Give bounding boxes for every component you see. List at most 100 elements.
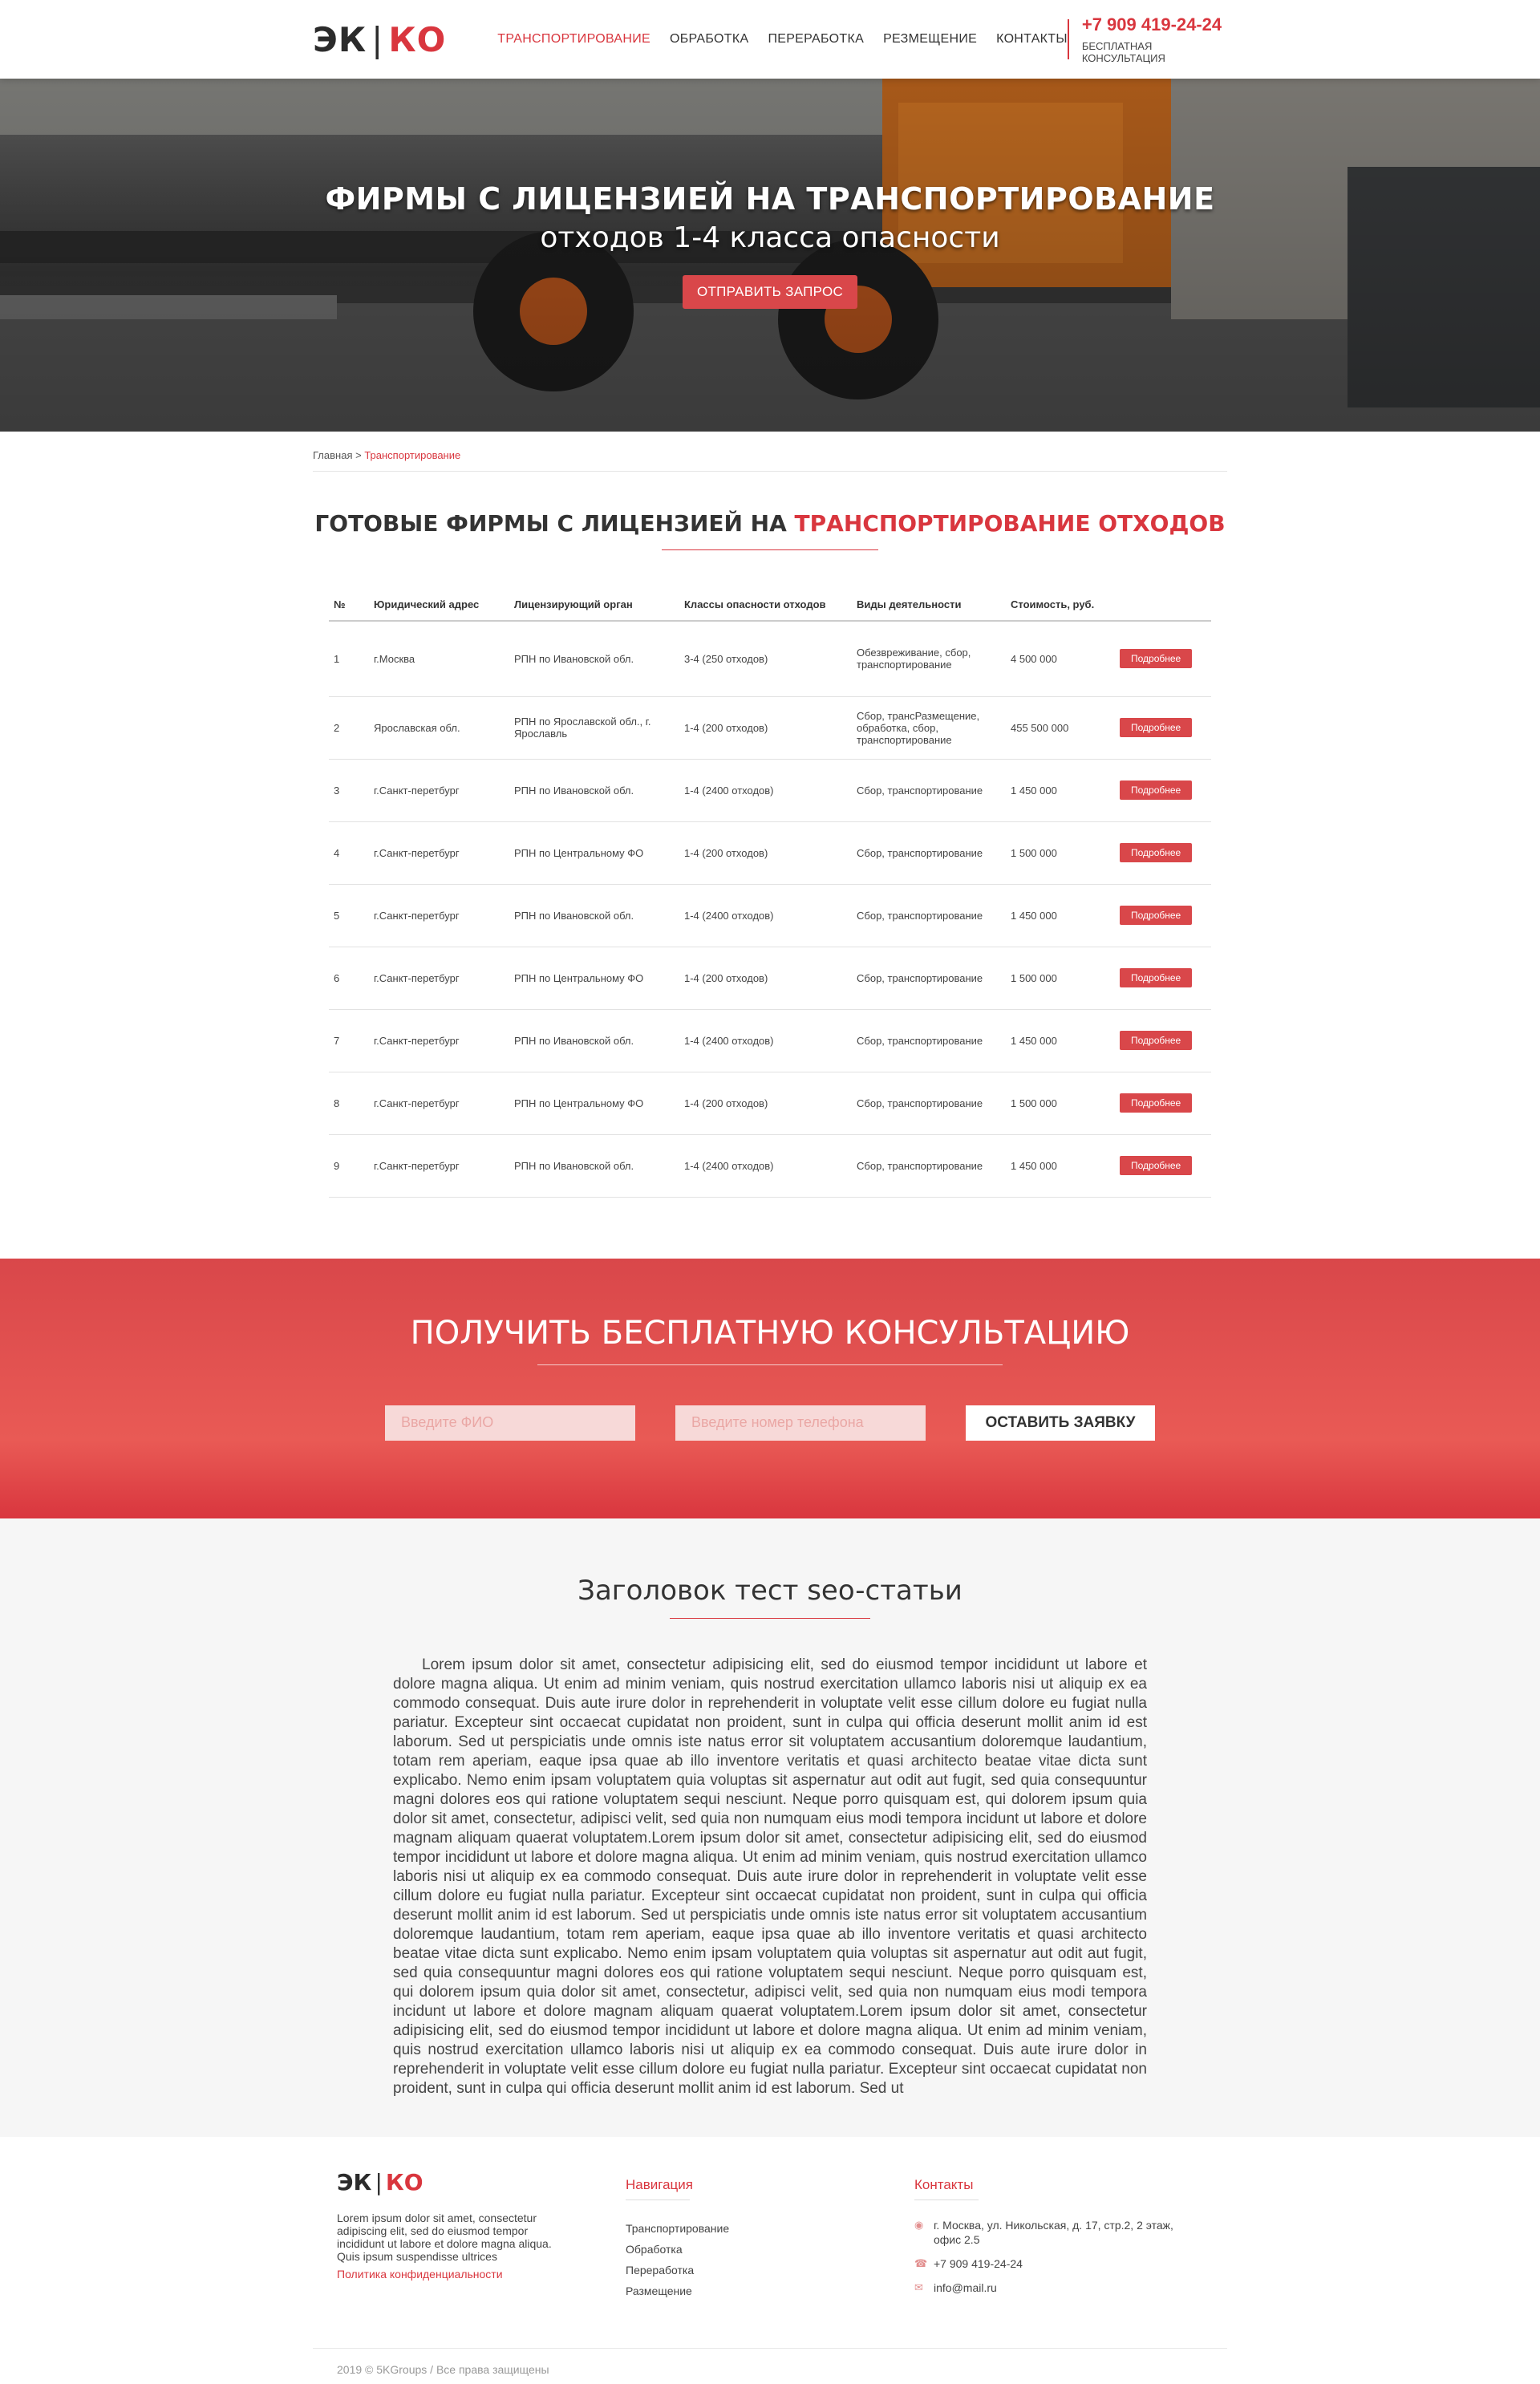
footer-logo-right: КО xyxy=(385,2168,424,2195)
footer-about-text: Lorem ipsum dolor sit amet, consectetur … xyxy=(337,2211,552,2263)
table-row: 5 г.Санкт-перетбург РПН по Ивановской обл.… xyxy=(329,884,1211,947)
col-activities: Виды деятельности xyxy=(852,589,1006,622)
breadcrumb-home[interactable]: Главная xyxy=(313,449,352,461)
section-title-plain: Готовые фирмы с лицензией на xyxy=(314,510,787,537)
cell-activities: Сбор, транспортирование xyxy=(852,1072,1006,1135)
details-button[interactable]: Подробнее xyxy=(1120,1031,1193,1050)
cell-number: 3 xyxy=(329,759,369,822)
footer-address-text: г. Москва, ул. Никольская, д. 17, стр.2,… xyxy=(934,2218,1173,2246)
footer-navigation: Навигация Транспортирование Обработка Пе… xyxy=(626,2169,914,2305)
cell-authority: РПН по Ярославской обл., г. Ярославль xyxy=(509,696,679,760)
phone-input[interactable] xyxy=(675,1405,926,1441)
cell-hazard-class: 1-4 (200 отходов) xyxy=(679,821,852,885)
cell-authority: РПН по Центральному ФО xyxy=(509,821,679,885)
cell-address: Ярославская обл. xyxy=(369,696,509,760)
cell-address: г.Санкт-перетбург xyxy=(369,759,509,822)
cell-hazard-class: 1-4 (2400 отходов) xyxy=(679,1009,852,1072)
privacy-policy-link[interactable]: Политика конфиденциальности xyxy=(337,2268,626,2281)
cell-address: г.Москва xyxy=(369,621,509,697)
cell-price: 1 450 000 xyxy=(1006,884,1115,947)
col-number: № xyxy=(329,589,369,622)
table-row: 1 г.Москва РПН по Ивановской обл. 3-4 (250 … xyxy=(329,621,1211,697)
section-title: Готовые фирмы с лицензией на транспортир… xyxy=(0,510,1540,537)
details-button[interactable]: Подробнее xyxy=(1120,843,1193,862)
col-hazard-class: Классы опасности отходов xyxy=(679,589,852,622)
header-phone[interactable]: +7 909 419-24-24 xyxy=(1082,14,1227,35)
footer-about: ЭК | КО Lorem ipsum dolor sit amet, consec… xyxy=(337,2169,626,2305)
footer-logo-separator: | xyxy=(375,2168,383,2195)
seo-title: Заголовок тест seo-статьи xyxy=(578,1574,962,1607)
footer-email-text[interactable]: info@mail.ru xyxy=(934,2281,997,2295)
breadcrumb-current: Транспортирование xyxy=(364,449,461,461)
details-button[interactable]: Подробнее xyxy=(1120,1093,1193,1113)
col-action xyxy=(1115,589,1211,622)
cell-address: г.Санкт-перетбург xyxy=(369,884,509,947)
cell-price: 1 450 000 xyxy=(1006,1134,1115,1198)
cell-number: 2 xyxy=(329,696,369,760)
table-row: 2 Ярославская обл. РПН по Ярославской обл.… xyxy=(329,696,1211,760)
cell-authority: РПН по Ивановской обл. xyxy=(509,1009,679,1072)
cell-activities: Сбор, транспортирование xyxy=(852,1009,1006,1072)
details-button[interactable]: Подробнее xyxy=(1120,718,1193,737)
cell-address: г.Санкт-перетбург xyxy=(369,1072,509,1135)
name-input[interactable] xyxy=(385,1405,635,1441)
details-button[interactable]: Подробнее xyxy=(1120,1156,1193,1175)
submit-request-button[interactable]: Оставить заявку xyxy=(966,1405,1155,1441)
details-button[interactable]: Подробнее xyxy=(1120,906,1193,925)
send-request-button[interactable]: Отправить запрос xyxy=(682,275,858,309)
footer-nav-processing[interactable]: Обработка xyxy=(626,2239,914,2260)
footer-nav-title: Навигация xyxy=(626,2176,693,2192)
cell-address: г.Санкт-перетбург xyxy=(369,1134,509,1198)
cell-price: 1 450 000 xyxy=(1006,1009,1115,1072)
cell-hazard-class: 1-4 (200 отходов) xyxy=(679,1072,852,1135)
col-price: Стоимость, руб. xyxy=(1006,589,1115,622)
cell-price: 4 500 000 xyxy=(1006,621,1115,697)
header-phone-caption: Бесплатная консультация xyxy=(1081,40,1165,64)
footer-nav-recycling[interactable]: Переработка xyxy=(626,2260,914,2281)
footer-address: ◉ г. Москва, ул. Никольская, д. 17, стр.… xyxy=(914,2218,1203,2247)
seo-text: Lorem ipsum dolor sit amet, consectetur … xyxy=(393,1656,1147,2097)
footer-phone-text[interactable]: +7 909 419-24-24 xyxy=(934,2256,1023,2271)
footer-contacts: Контакты ◉ г. Москва, ул. Никольская, д.… xyxy=(914,2169,1203,2305)
footer-nav-placement[interactable]: Размещение xyxy=(626,2281,914,2301)
cell-activities: Сбор, транспортирование xyxy=(852,1134,1006,1198)
nav-item-placement[interactable]: Резмещение xyxy=(883,32,977,47)
cell-address: г.Санкт-перетбург xyxy=(369,821,509,885)
hero-subtitle: отходов 1-4 класса опасности xyxy=(540,221,1000,254)
logo-separator: | xyxy=(371,19,384,59)
table-row: 9 г.Санкт-перетбург РПН по Ивановской обл.… xyxy=(329,1134,1211,1198)
nav-item-contacts[interactable]: Контакты xyxy=(996,32,1068,47)
details-button[interactable]: Подробнее xyxy=(1120,649,1193,669)
cell-action: Подробнее xyxy=(1115,884,1211,947)
details-button[interactable]: Подробнее xyxy=(1120,968,1193,987)
cell-address: г.Санкт-перетбург xyxy=(369,947,509,1010)
cell-number: 9 xyxy=(329,1134,369,1198)
details-button[interactable]: Подробнее xyxy=(1120,780,1193,800)
footer-email: ✉ info@mail.ru xyxy=(914,2281,1203,2295)
cell-authority: РПН по Центральному ФО xyxy=(509,947,679,1010)
logo-right: КО xyxy=(388,19,447,59)
cell-price: 1 450 000 xyxy=(1006,759,1115,822)
cell-action: Подробнее xyxy=(1115,821,1211,885)
cell-number: 4 xyxy=(329,821,369,885)
cell-action: Подробнее xyxy=(1115,1009,1211,1072)
nav-item-transport[interactable]: Транспортирование xyxy=(497,32,650,47)
mail-icon: ✉ xyxy=(914,2281,923,2293)
cell-hazard-class: 3-4 (250 отходов) xyxy=(679,621,852,697)
cell-activities: Сбор, транспортирование xyxy=(852,947,1006,1010)
nav-item-processing[interactable]: Обработка xyxy=(670,32,748,47)
phone-icon: ☎ xyxy=(914,2256,928,2269)
cell-authority: РПН по Центральному ФО xyxy=(509,1072,679,1135)
footer-logo[interactable]: ЭК | КО xyxy=(337,2169,626,2195)
logo[interactable]: ЭК | КО xyxy=(313,20,497,59)
footer-nav-transport[interactable]: Транспортирование xyxy=(626,2218,914,2239)
cell-price: 1 500 000 xyxy=(1006,947,1115,1010)
hero-title: Фирмы с лицензией на транспортирование xyxy=(325,181,1215,217)
nav-item-recycling[interactable]: Переработка xyxy=(768,32,864,47)
cell-action: Подробнее xyxy=(1115,696,1211,760)
cell-activities: Обезвреживание, сбор, транспортирование xyxy=(852,621,1006,697)
site-footer: ЭК | КО Lorem ipsum dolor sit amet, consec… xyxy=(0,2136,1540,2384)
cell-action: Подробнее xyxy=(1115,621,1211,697)
table-row: 8 г.Санкт-перетбург РПН по Центральному ФО… xyxy=(329,1072,1211,1135)
footer-contacts-title: Контакты xyxy=(914,2176,974,2192)
